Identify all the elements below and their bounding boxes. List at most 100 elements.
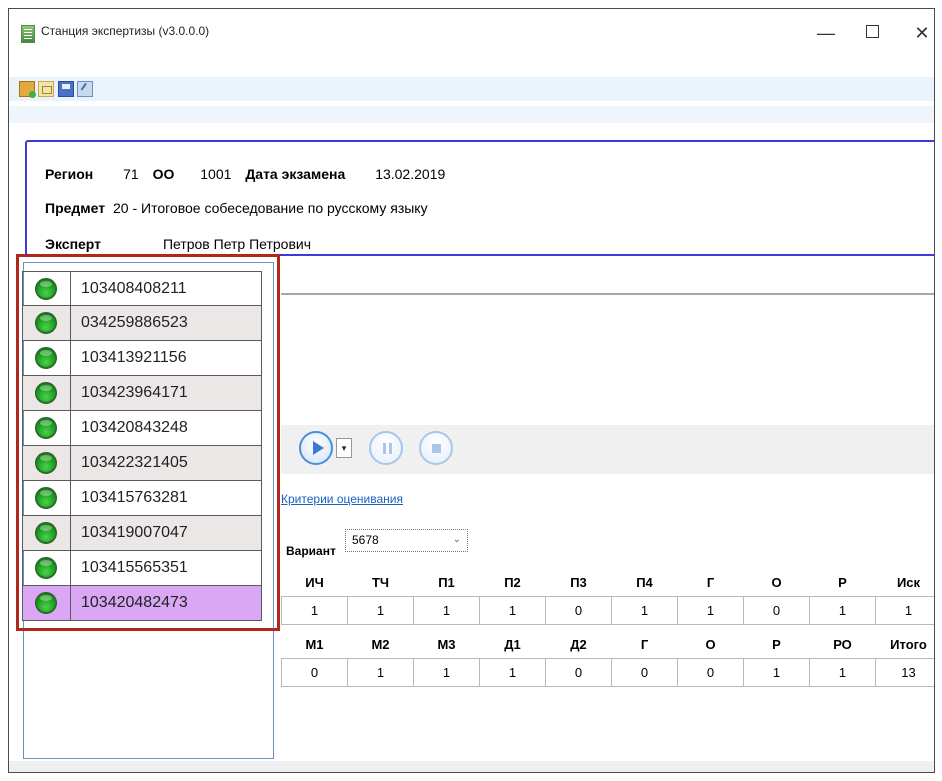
score-cell[interactable]: 0: [677, 658, 744, 687]
score-header: М2: [371, 637, 390, 652]
participant-id: 103423964171: [81, 384, 188, 401]
score-cell[interactable]: 13: [875, 658, 934, 687]
maximize-button[interactable]: [857, 19, 887, 47]
status-cell: [23, 376, 71, 410]
stop-button[interactable]: [419, 431, 453, 465]
score-cell[interactable]: 1: [347, 658, 414, 687]
scores-value-row: 0 1 1 1 0 0 0 1 1 13: [281, 658, 934, 687]
scores-table-2: М1 М2 М3 Д1 Д2 Г О Р РО Итого 0 1 1 1 0 0 0 1 1 13: [281, 631, 935, 687]
status-green-icon: [35, 592, 57, 614]
list-item[interactable]: 103419007047: [22, 516, 262, 551]
score-header: О: [705, 637, 716, 652]
score-header: Р: [838, 575, 847, 590]
minimize-button[interactable]: —: [811, 19, 841, 47]
exam-info-panel: Регион 71 ОО 1001 Дата экзамена 13.02.20…: [25, 140, 934, 256]
score-cell[interactable]: 1: [743, 658, 810, 687]
open-folder-icon[interactable]: [19, 81, 36, 98]
play-button[interactable]: [299, 431, 333, 465]
scores-header-row: ИЧ ТЧ П1 П2 П3 П4 Г О Р Иск: [282, 569, 935, 597]
score-header: М3: [437, 637, 456, 652]
status-green-icon: [35, 557, 57, 579]
participant-id: 034259886523: [81, 314, 188, 331]
date-label: Дата экзамена: [245, 166, 346, 182]
score-cell[interactable]: 1: [677, 596, 744, 625]
list-item[interactable]: 103413921156: [22, 341, 262, 376]
participant-id: 103422321405: [81, 454, 188, 471]
score-cell[interactable]: 0: [611, 658, 678, 687]
status-bar: [9, 761, 934, 772]
list-item[interactable]: 103422321405: [22, 446, 262, 481]
pause-button[interactable]: [369, 431, 403, 465]
status-cell: [23, 341, 71, 375]
oo-label: ОО: [152, 166, 175, 182]
score-cell[interactable]: 1: [479, 596, 546, 625]
list-item[interactable]: 103423964171: [22, 376, 262, 411]
score-cell[interactable]: 1: [809, 596, 876, 625]
save-icon[interactable]: [58, 81, 74, 97]
score-header: П1: [438, 575, 455, 590]
app-icon: [21, 25, 35, 43]
status-cell: [23, 306, 71, 340]
status-green-icon: [35, 312, 57, 334]
list-item[interactable]: 034259886523: [22, 306, 262, 341]
region-value: 71: [123, 166, 139, 182]
window-title: Станция экспертизы (v3.0.0.0): [41, 24, 210, 38]
score-header: П3: [570, 575, 587, 590]
close-button[interactable]: ✕: [907, 19, 934, 47]
score-cell[interactable]: 0: [545, 596, 612, 625]
status-cell: [23, 481, 71, 515]
list-item-selected[interactable]: 103420482473: [22, 586, 262, 621]
participant-id: 103415565351: [81, 559, 188, 576]
score-cell[interactable]: 1: [875, 596, 934, 625]
date-value: 13.02.2019: [375, 166, 446, 182]
score-header: Г: [706, 575, 715, 590]
chevron-down-icon: ⌄: [452, 534, 461, 545]
list-item[interactable]: 103408408211: [22, 271, 262, 306]
score-cell[interactable]: 0: [743, 596, 810, 625]
score-cell[interactable]: 1: [347, 596, 414, 625]
status-cell: [23, 586, 71, 620]
status-green-icon: [35, 278, 57, 300]
criteria-link[interactable]: Критерии оценивания: [281, 492, 403, 506]
score-header: О: [771, 575, 782, 590]
subject-value: 20 - Итоговое собеседование по русскому …: [113, 200, 428, 216]
status-green-icon: [35, 487, 57, 509]
region-label: Регион: [45, 166, 94, 182]
score-cell[interactable]: 1: [479, 658, 546, 687]
score-cell[interactable]: 1: [809, 658, 876, 687]
score-header: РО: [833, 637, 852, 652]
toolbar: [9, 77, 934, 101]
participant-id: 103415763281: [81, 489, 188, 506]
list-item[interactable]: 103415565351: [22, 551, 262, 586]
variant-label: Вариант: [286, 544, 336, 558]
score-cell[interactable]: 1: [413, 658, 480, 687]
score-header: Г: [640, 637, 649, 652]
status-green-icon: [35, 452, 57, 474]
score-cell[interactable]: 0: [545, 658, 612, 687]
score-cell[interactable]: 1: [281, 596, 348, 625]
score-header: Д2: [570, 637, 587, 652]
score-cell[interactable]: 1: [413, 596, 480, 625]
folder-icon[interactable]: [38, 81, 54, 97]
status-green-icon: [35, 347, 57, 369]
status-cell: [23, 446, 71, 480]
list-item[interactable]: 103420843248: [22, 411, 262, 446]
list-item[interactable]: 103415763281: [22, 481, 262, 516]
score-header: М1: [305, 637, 324, 652]
score-cell[interactable]: 1: [611, 596, 678, 625]
score-cell[interactable]: 0: [281, 658, 348, 687]
edit-icon[interactable]: [77, 81, 93, 97]
score-header: П4: [636, 575, 653, 590]
score-header: Иск: [896, 575, 921, 590]
status-green-icon: [35, 522, 57, 544]
participant-id: 103413921156: [81, 349, 187, 366]
variant-select[interactable]: 5678 ⌄: [345, 529, 468, 552]
expert-label: Эксперт: [45, 236, 102, 252]
expert-value: Петров Петр Петрович: [162, 236, 312, 252]
divider: [281, 293, 934, 295]
play-options-dropdown[interactable]: ▾: [336, 438, 352, 458]
score-header: Р: [772, 637, 781, 652]
info-row-region: Регион 71 ОО 1001 Дата экзамена 13.02.20…: [45, 166, 445, 182]
scores-header-row: М1 М2 М3 Д1 Д2 Г О Р РО Итого: [282, 631, 935, 659]
variant-value: 5678: [352, 533, 379, 547]
